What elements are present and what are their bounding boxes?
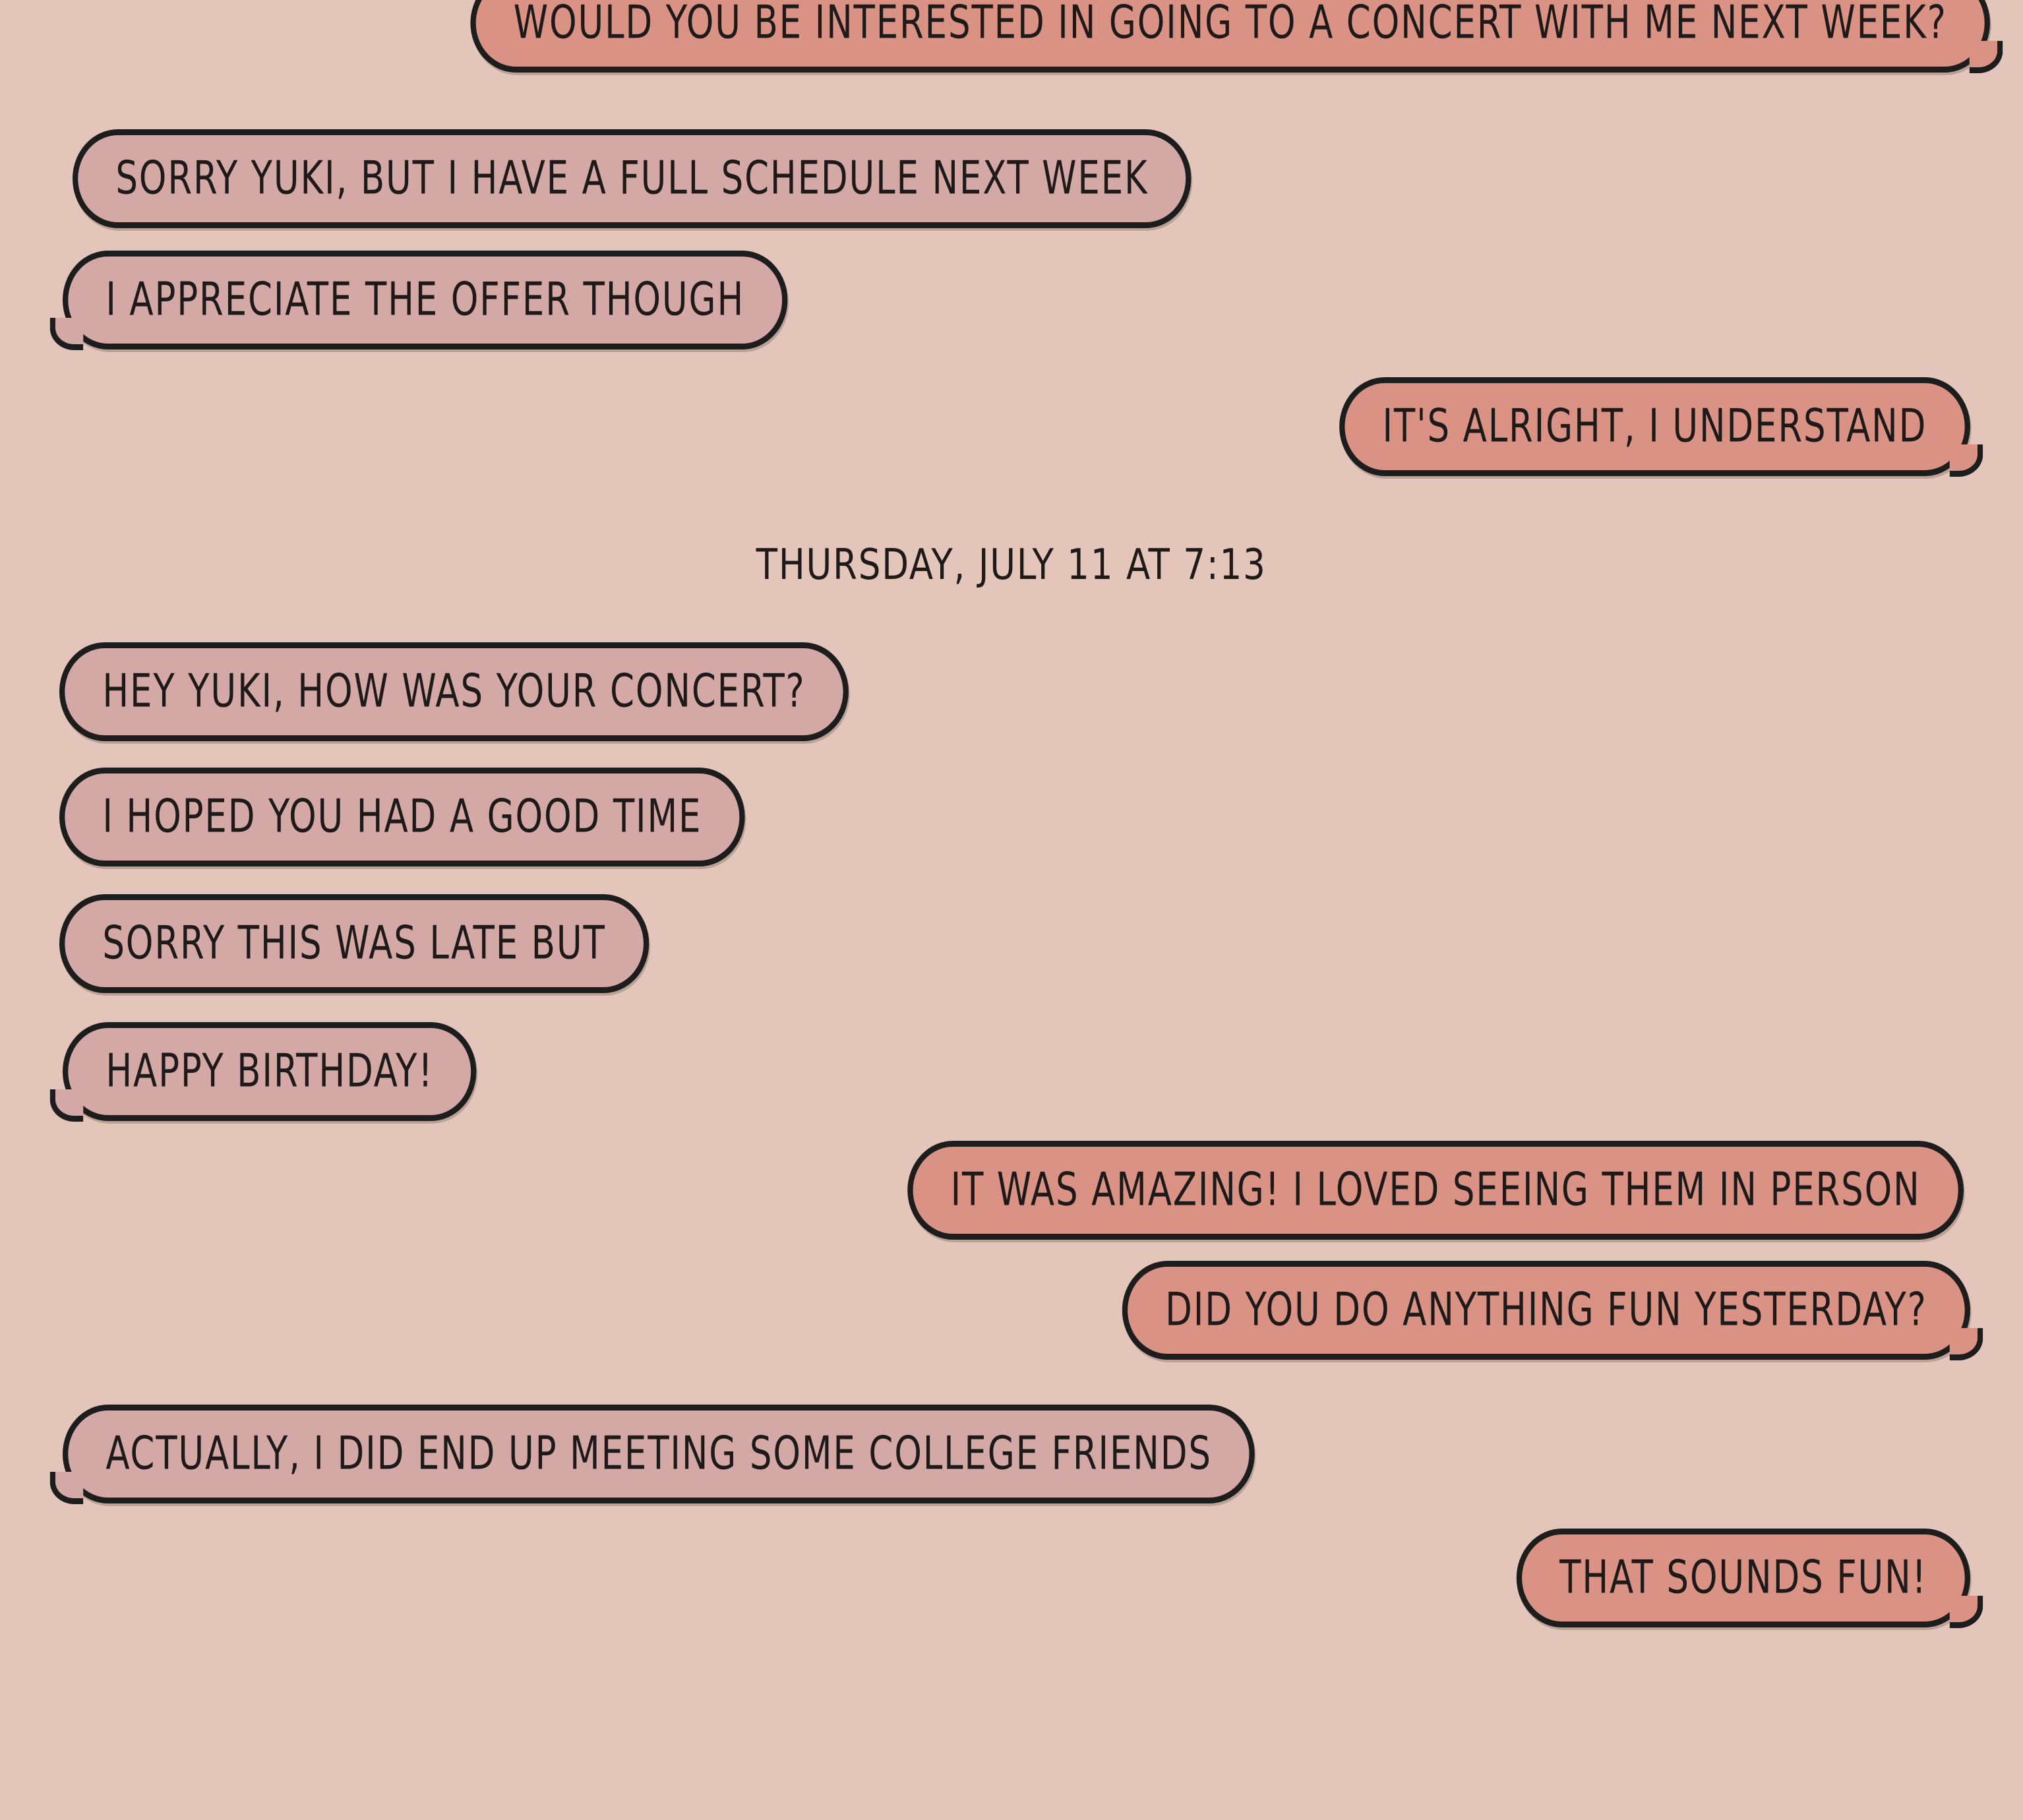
message-text: THAT SOUNDS FUN! <box>1559 1552 1927 1604</box>
message-bubble-received[interactable]: SORRY THIS WAS LATE BUT <box>59 894 649 993</box>
message-text: HEY YUKI, HOW WAS YOUR CONCERT? <box>102 665 806 718</box>
message-text: DID YOU DO ANYTHING FUN YESTERDAY? <box>1165 1284 1927 1337</box>
message-bubble-received[interactable]: ACTUALLY, I DID END UP MEETING SOME COLL… <box>49 1405 1255 1504</box>
message-text: IT'S ALRIGHT, I UNDERSTAND <box>1382 400 1927 453</box>
message-text: I HOPED YOU HAD A GOOD TIME <box>102 791 702 843</box>
timestamp-text: THURSDAY, JULY 11 AT 7:13 <box>756 541 1267 590</box>
message-bubble-sent[interactable]: WOULD YOU BE INTERESTED IN GOING TO A CO… <box>470 0 2003 73</box>
message-text: SORRY YUKI, BUT I HAVE A FULL SCHEDULE N… <box>115 152 1149 205</box>
message-text: IT WAS AMAZING! I LOVED SEEING THEM IN P… <box>950 1164 1921 1217</box>
message-bubble-sent[interactable]: DID YOU DO ANYTHING FUN YESTERDAY? <box>1122 1261 1983 1360</box>
message-bubble-sent[interactable]: THAT SOUNDS FUN! <box>1516 1529 1983 1628</box>
message-bubble-received[interactable]: I HOPED YOU HAD A GOOD TIME <box>59 768 745 866</box>
message-text: SORRY THIS WAS LATE BUT <box>102 917 606 970</box>
message-text: I APPRECIATE THE OFFER THOUGH <box>106 274 745 326</box>
message-text: HAPPY BIRTHDAY! <box>106 1045 434 1098</box>
message-bubble-received[interactable]: HAPPY BIRTHDAY! <box>49 1022 477 1122</box>
message-bubble-received[interactable]: I APPRECIATE THE OFFER THOUGH <box>49 251 788 350</box>
message-bubble-sent[interactable]: IT'S ALRIGHT, I UNDERSTAND <box>1339 377 1983 477</box>
message-text: ACTUALLY, I DID END UP MEETING SOME COLL… <box>106 1428 1212 1480</box>
message-bubble-received[interactable]: HEY YUKI, HOW WAS YOUR CONCERT? <box>59 642 849 741</box>
message-bubble-received[interactable]: SORRY YUKI, BUT I HAVE A FULL SCHEDULE N… <box>73 129 1192 228</box>
message-bubble-sent[interactable]: IT WAS AMAZING! I LOVED SEEING THEM IN P… <box>907 1141 1964 1240</box>
date-separator: THURSDAY, JULY 11 AT 7:13 <box>0 541 2023 600</box>
message-text: WOULD YOU BE INTERESTED IN GOING TO A CO… <box>513 0 1947 49</box>
